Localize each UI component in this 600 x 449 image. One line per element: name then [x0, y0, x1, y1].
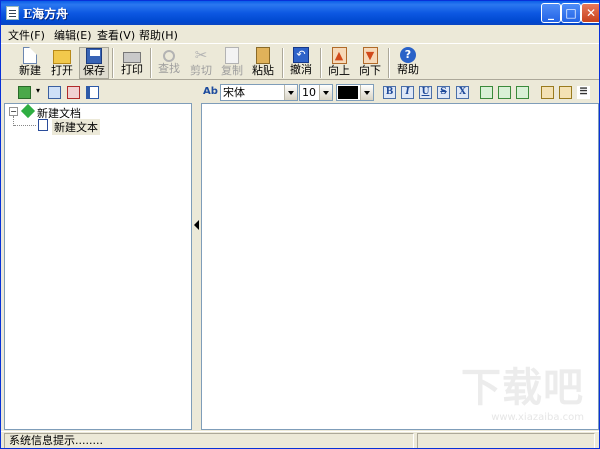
text-editor[interactable]: 下载吧 www.xiazaiba.com [201, 103, 599, 430]
help-button-label: 帮助 [397, 63, 419, 76]
chevron-down-icon[interactable] [319, 85, 332, 100]
align-left-icon[interactable] [480, 86, 493, 99]
scissors-icon: ✂ [194, 46, 208, 64]
italic-button[interactable]: I [401, 86, 414, 99]
tree-toolbar: ▾ [4, 83, 192, 103]
open-folder-icon [53, 50, 71, 64]
watermark-logo: 下载吧 [461, 365, 584, 411]
undo-button[interactable]: ↶ 撤消 [286, 47, 316, 79]
minimize-button[interactable]: _ [541, 3, 561, 23]
app-window: E海方舟 _ □ ✕ 文件(F) 编辑(E) 查看(V) 帮助(H) 新建 打开… [0, 0, 600, 449]
magnifier-icon [163, 50, 175, 62]
help-button[interactable]: ? 帮助 [393, 47, 423, 79]
down-arrow-icon: ▼ [362, 47, 378, 64]
status-message: 系统信息提示........ [4, 433, 414, 448]
font-family-value: 宋体 [223, 86, 245, 99]
menu-view[interactable]: 查看(V) [97, 27, 135, 43]
close-button[interactable]: ✕ [581, 3, 599, 23]
paste-button[interactable]: 粘贴 [248, 47, 278, 79]
clear-format-button[interactable]: X [456, 86, 469, 99]
move-down-button-label: 向下 [359, 64, 381, 77]
font-ab-icon: Ab [203, 86, 218, 97]
menu-file[interactable]: 文件(F) [8, 27, 45, 43]
undo-arrow-icon: ↶ [293, 47, 309, 63]
menu-help[interactable]: 帮助(H) [139, 27, 178, 43]
align-center-icon[interactable] [498, 86, 511, 99]
text-color-select[interactable] [336, 84, 374, 101]
open-button[interactable]: 打开 [47, 47, 77, 79]
copy-icon [225, 47, 239, 64]
chevron-down-icon[interactable] [284, 85, 297, 100]
tree-line [14, 125, 36, 126]
app-icon [6, 6, 19, 20]
print-button-label: 打印 [121, 63, 143, 76]
printer-icon [123, 52, 141, 63]
save-button[interactable]: 保存 [79, 47, 109, 79]
window-title: E海方舟 [23, 7, 69, 21]
maximize-button[interactable]: □ [561, 3, 581, 23]
up-arrow-icon: ▲ [331, 47, 347, 64]
undo-button-label: 撤消 [290, 63, 312, 76]
indent-increase-icon[interactable] [559, 86, 572, 99]
status-pane-2 [417, 433, 595, 448]
watermark-url: www.xiazaiba.com [491, 412, 584, 423]
new-button[interactable]: 新建 [15, 47, 45, 79]
new-document-icon [23, 47, 37, 64]
main-toolbar: 新建 打开 保存 打印 查找 ✂ 剪切 复制 粘贴 ↶ 撤消 ▲ 向上 ▼ 向下… [1, 43, 599, 80]
status-bar: 系统信息提示........ [1, 431, 599, 448]
pane-splitter[interactable] [192, 83, 201, 430]
font-family-select[interactable]: 宋体 [220, 84, 298, 101]
text-file-icon [38, 119, 48, 131]
move-up-button[interactable]: ▲ 向上 [324, 47, 354, 79]
collapse-toggle-icon[interactable]: − [9, 107, 18, 116]
menu-bar: 文件(F) 编辑(E) 查看(V) 帮助(H) [1, 25, 599, 43]
properties-icon[interactable] [48, 86, 61, 99]
print-button[interactable]: 打印 [117, 47, 147, 79]
document-tree: − 新建文档 新建文本 [4, 103, 192, 430]
menu-edit[interactable]: 编辑(E) [54, 27, 92, 43]
indent-decrease-icon[interactable] [541, 86, 554, 99]
copy-button[interactable]: 复制 [217, 47, 247, 79]
font-size-select[interactable]: 10 [299, 84, 333, 101]
tree-child-label[interactable]: 新建文本 [52, 119, 100, 135]
strikethrough-button[interactable]: S [437, 86, 450, 99]
paste-button-label: 粘贴 [252, 64, 274, 77]
align-right-icon[interactable] [516, 86, 529, 99]
clipboard-icon [256, 47, 270, 64]
underline-button[interactable]: U [419, 86, 432, 99]
delete-node-icon[interactable] [67, 86, 80, 99]
panel-toggle-icon[interactable] [86, 86, 99, 99]
chevron-down-icon[interactable] [360, 85, 373, 100]
bold-button[interactable]: B [383, 86, 396, 99]
collapse-left-arrow-icon[interactable] [194, 220, 199, 230]
bullet-list-icon[interactable]: ☰ [577, 86, 590, 99]
help-question-icon: ? [400, 47, 416, 63]
document-node-icon [20, 103, 36, 119]
color-swatch [338, 86, 358, 99]
cut-button[interactable]: ✂ 剪切 [186, 47, 216, 79]
save-floppy-icon [86, 48, 102, 64]
find-button[interactable]: 查找 [154, 47, 184, 79]
add-node-icon[interactable] [18, 86, 31, 99]
font-size-value: 10 [302, 86, 316, 99]
add-dropdown-icon[interactable]: ▾ [36, 86, 40, 95]
move-down-button[interactable]: ▼ 向下 [355, 47, 385, 79]
format-toolbar: Ab 宋体 10 B I U S X ☰ [201, 83, 599, 103]
save-button-label: 保存 [83, 64, 105, 77]
title-bar[interactable]: E海方舟 _ □ ✕ [1, 1, 599, 25]
